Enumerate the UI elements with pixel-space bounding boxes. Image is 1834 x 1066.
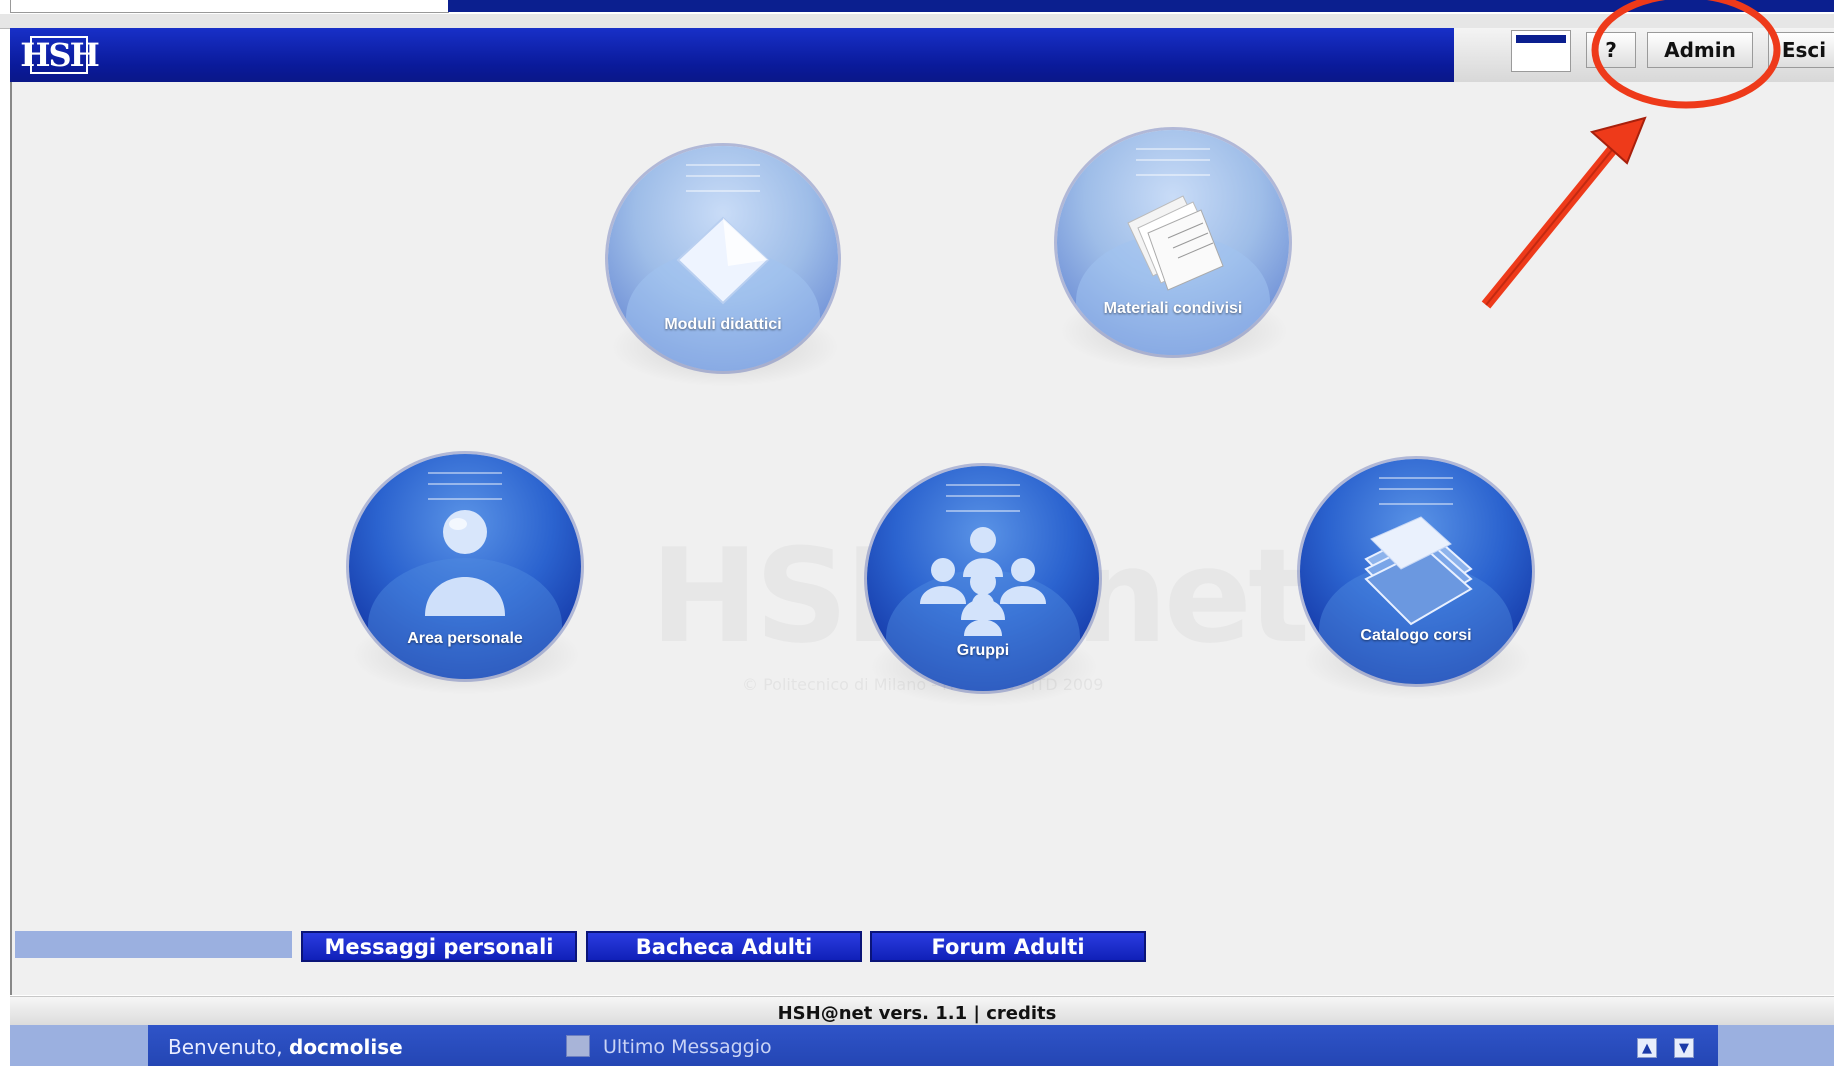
- tile-orb: Materiali condivisi: [1057, 130, 1289, 355]
- documents-icon: [1113, 188, 1233, 302]
- status-bar: Benvenuto, docmolise Ultimo Messaggio ▲ …: [148, 1025, 1718, 1066]
- admin-button[interactable]: Admin: [1647, 32, 1753, 68]
- gray-strip: [0, 14, 1834, 29]
- tile-moduli-didattici[interactable]: Moduli didattici: [605, 142, 845, 402]
- top-strip: [0, 0, 1834, 14]
- books-icon: [1351, 509, 1481, 633]
- version-separator: |: [967, 1003, 987, 1024]
- message-icon[interactable]: [566, 1035, 590, 1057]
- logo: HSH: [20, 36, 100, 74]
- arrow-up-icon[interactable]: ▲: [1637, 1038, 1657, 1058]
- language-flag-button[interactable]: [1511, 30, 1571, 72]
- tile-label: Materiali condivisi: [1103, 300, 1243, 317]
- folder-icon: [668, 208, 778, 312]
- tile-orb: Area personale: [349, 454, 581, 679]
- bacheca-adulti-button[interactable]: Bacheca Adulti: [586, 931, 862, 962]
- welcome-prefix: Benvenuto,: [168, 1035, 283, 1059]
- tile-materiali-condivisi[interactable]: Materiali condivisi: [1054, 126, 1294, 386]
- tile-area-personale[interactable]: Area personale: [346, 450, 586, 710]
- tile-orb: Gruppi: [867, 466, 1099, 691]
- tile-label: Catalogo corsi: [1360, 627, 1472, 644]
- credits-link[interactable]: credits: [986, 1003, 1056, 1024]
- version-label: HSH@net vers. 1.1: [777, 1003, 968, 1024]
- group-icon: [908, 522, 1058, 641]
- messaggi-personali-button[interactable]: Messaggi personali: [301, 931, 577, 962]
- username: docmolise: [289, 1035, 403, 1059]
- welcome-text: Benvenuto, docmolise: [168, 1035, 403, 1059]
- app-header: HSH: [10, 28, 1454, 82]
- help-button[interactable]: ?: [1586, 32, 1636, 68]
- tile-catalogo-corsi[interactable]: Catalogo corsi: [1297, 455, 1537, 715]
- exit-button[interactable]: Esci: [1768, 32, 1834, 68]
- blank-tab: [15, 931, 292, 958]
- address-field[interactable]: [10, 0, 449, 13]
- top-bar: [448, 0, 1834, 12]
- version-info: HSH@net vers. 1.1 | credits: [0, 1003, 1834, 1024]
- user-icon: [420, 504, 510, 623]
- tile-label: Gruppi: [956, 642, 1010, 659]
- header-toolbar: ? Admin Esci: [1454, 28, 1834, 82]
- last-message-link[interactable]: Ultimo Messaggio: [603, 1036, 772, 1058]
- tile-label: Area personale: [407, 630, 523, 647]
- tile-orb: Moduli didattici: [608, 146, 838, 371]
- flag-icon: [1516, 35, 1566, 43]
- arrow-down-icon[interactable]: ▼: [1674, 1038, 1694, 1058]
- tile-gruppi[interactable]: Gruppi: [864, 462, 1104, 722]
- tile-orb: Catalogo corsi: [1300, 459, 1532, 684]
- forum-adulti-button[interactable]: Forum Adulti: [870, 931, 1146, 962]
- tile-label: Moduli didattici: [664, 316, 782, 333]
